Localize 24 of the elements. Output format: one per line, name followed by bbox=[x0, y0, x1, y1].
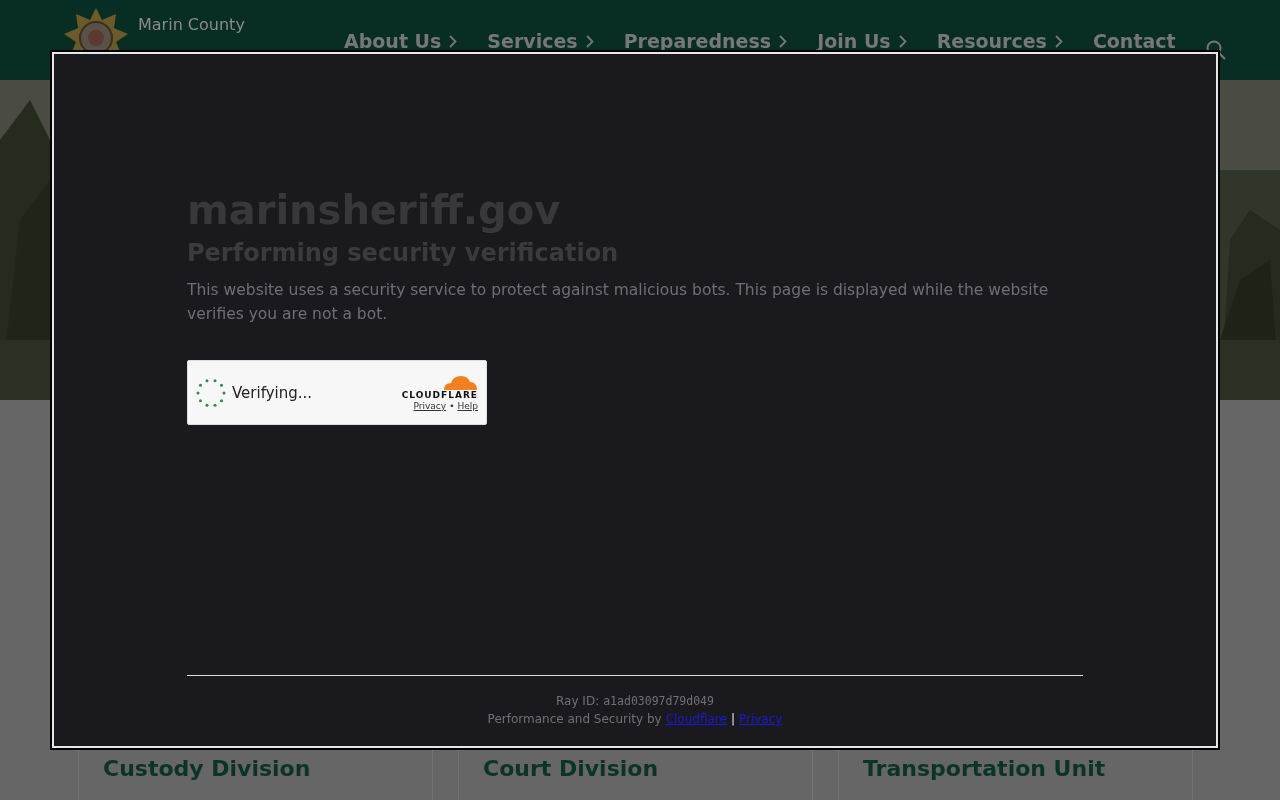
card-title: Custody Division bbox=[103, 756, 311, 781]
footer-separator: | bbox=[730, 711, 735, 728]
dialog-description: This website uses a security service to protect against malicious bots. This page is displayed while the website verifies you are not a bot. bbox=[187, 280, 1050, 325]
brand-subtitle: Marin County bbox=[138, 16, 246, 34]
nav-link[interactable]: Contact bbox=[1092, 30, 1176, 52]
nav-link[interactable]: Resources bbox=[936, 30, 1063, 52]
card-title: Court Division bbox=[483, 756, 659, 781]
widget-link[interactable]: Help bbox=[457, 401, 478, 411]
ray-id: a1ad03097d79d049 bbox=[603, 693, 714, 710]
nav-link[interactable]: About Us bbox=[344, 30, 458, 52]
brand-name: CLOUDFLARE bbox=[401, 390, 478, 401]
widget-link[interactable]: Privacy bbox=[413, 401, 447, 411]
ray-id-label: Ray ID: bbox=[556, 693, 600, 710]
nav-link[interactable]: Services bbox=[487, 30, 594, 52]
spinner-icon bbox=[196, 377, 226, 408]
nav-link[interactable]: Join Us bbox=[817, 30, 907, 52]
footer-text: Performance and Security by bbox=[487, 711, 662, 728]
cloud-icon bbox=[442, 374, 478, 390]
verifying-status: Verifying... bbox=[232, 383, 313, 402]
nav-link[interactable]: Preparedness bbox=[623, 30, 788, 52]
link-separator: • bbox=[449, 401, 455, 411]
footer-link[interactable]: Privacy bbox=[738, 710, 783, 728]
card-title: Transportation Unit bbox=[863, 756, 1106, 781]
footer-link[interactable]: Cloudflare bbox=[665, 710, 727, 728]
